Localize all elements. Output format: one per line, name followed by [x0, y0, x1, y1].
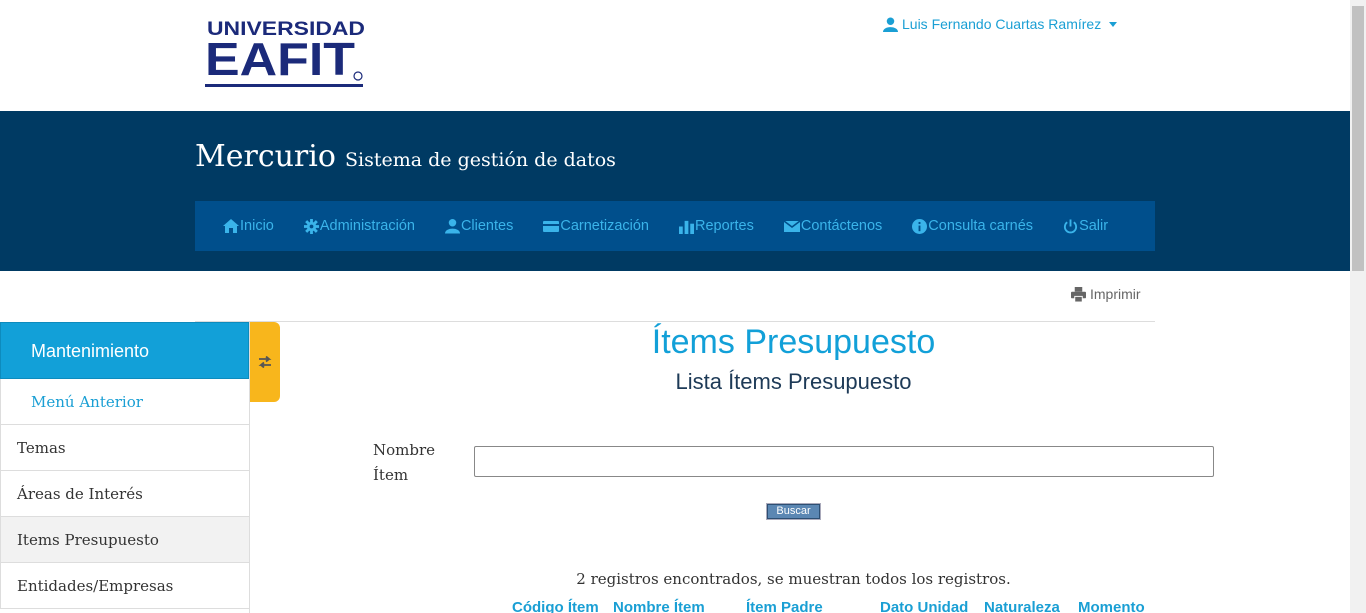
sidebar-item-menu-anterior[interactable]: Menú Anterior	[0, 379, 249, 425]
nav-item-salir[interactable]: Salir	[1063, 218, 1108, 234]
sidebar-title: Mantenimiento	[0, 322, 249, 379]
printer-icon	[1071, 286, 1086, 302]
app-title: Mercurio Sistema de gestión de datos	[195, 139, 616, 174]
main-navbar: Inicio Administración Clientes Carnetiza…	[195, 201, 1155, 251]
vertical-scrollbar[interactable]	[1350, 0, 1366, 613]
nav-item-reportes[interactable]: Reportes	[679, 218, 754, 234]
swap-arrows-icon	[258, 356, 272, 368]
page-title: Ítems Presupuesto	[651, 323, 936, 361]
home-icon	[223, 219, 239, 233]
nav-item-clientes[interactable]: Clientes	[444, 218, 514, 234]
nav-item-carnetizacion[interactable]: Carnetización	[543, 218, 649, 234]
sidebar-item-temas[interactable]: Temas	[0, 425, 249, 471]
nombre-item-input[interactable]	[474, 446, 1214, 477]
divider	[195, 321, 1155, 322]
buscar-button[interactable]: Buscar	[766, 503, 821, 520]
nav-label: Reportes	[695, 218, 754, 234]
scrollbar-thumb[interactable]	[1352, 6, 1364, 271]
sidebar-toggle-button[interactable]	[250, 322, 280, 402]
table-header-row: Código Ítem Nombre Ítem Ítem Padre Dato …	[512, 599, 1158, 613]
nav-label: Carnetización	[560, 218, 650, 234]
card-icon	[543, 220, 560, 232]
bar-chart-icon	[679, 220, 695, 234]
app-subtitle: Sistema de gestión de datos	[345, 149, 616, 171]
page-subtitle: Lista Ítems Presupuesto	[675, 369, 912, 394]
sidebar-menu: Mantenimiento Menú Anterior Temas Áreas …	[0, 322, 250, 613]
column-header-codigo-item[interactable]: Código Ítem	[512, 599, 613, 613]
caret-down-icon	[1109, 21, 1118, 27]
column-header-momento[interactable]: Momento	[1078, 599, 1158, 613]
gear-icon	[303, 218, 319, 234]
nav-item-administracion[interactable]: Administración	[303, 218, 415, 234]
nav-label: Salir	[1079, 218, 1109, 234]
top-header: UNIVERSIDAD EAFIT Luis Fernando Cuartas …	[0, 0, 1350, 111]
nav-item-consulta-carnes[interactable]: Consulta carnés	[912, 218, 1033, 234]
nav-label: Contáctenos	[800, 218, 883, 234]
print-label: Imprimir	[1090, 286, 1141, 302]
nav-label: Inicio	[240, 218, 274, 234]
nav-item-inicio[interactable]: Inicio	[223, 218, 274, 234]
user-name: Luis Fernando Cuartas Ramírez	[902, 16, 1102, 32]
sidebar-item-items-presupuesto[interactable]: Items Presupuesto	[0, 517, 249, 563]
nav-label: Administración	[319, 218, 415, 234]
column-header-item-padre[interactable]: Ítem Padre	[746, 599, 880, 613]
user-menu[interactable]: Luis Fernando Cuartas Ramírez	[883, 16, 1118, 32]
power-icon	[1064, 218, 1078, 233]
logo-line2: EAFIT	[205, 33, 355, 85]
envelope-icon	[783, 219, 800, 232]
eafit-logo[interactable]: UNIVERSIDAD EAFIT	[205, 18, 367, 90]
app-name: Mercurio	[195, 139, 336, 174]
app-banner: Mercurio Sistema de gestión de datos Ini…	[0, 111, 1350, 271]
sidebar-item-areas-interes[interactable]: Áreas de Interés	[0, 471, 249, 517]
records-count-text: 2 registros encontrados, se muestran tod…	[576, 570, 1011, 588]
nombre-item-label: Nombre Ítem	[373, 441, 436, 484]
info-icon	[912, 218, 928, 234]
sidebar-item-entidades-empresas[interactable]: Entidades/Empresas	[0, 563, 249, 609]
column-header-dato-unidad[interactable]: Dato Unidad	[880, 599, 984, 613]
nav-label: Clientes	[460, 218, 514, 234]
nav-label: Consulta carnés	[928, 218, 1034, 234]
nav-item-contactenos[interactable]: Contáctenos	[783, 218, 883, 234]
user-icon	[883, 16, 898, 32]
user-icon	[444, 218, 460, 234]
column-header-naturaleza[interactable]: Naturaleza	[984, 599, 1078, 613]
print-button[interactable]: Imprimir	[1071, 286, 1141, 302]
column-header-nombre-item[interactable]: Nombre Ítem	[613, 599, 746, 613]
